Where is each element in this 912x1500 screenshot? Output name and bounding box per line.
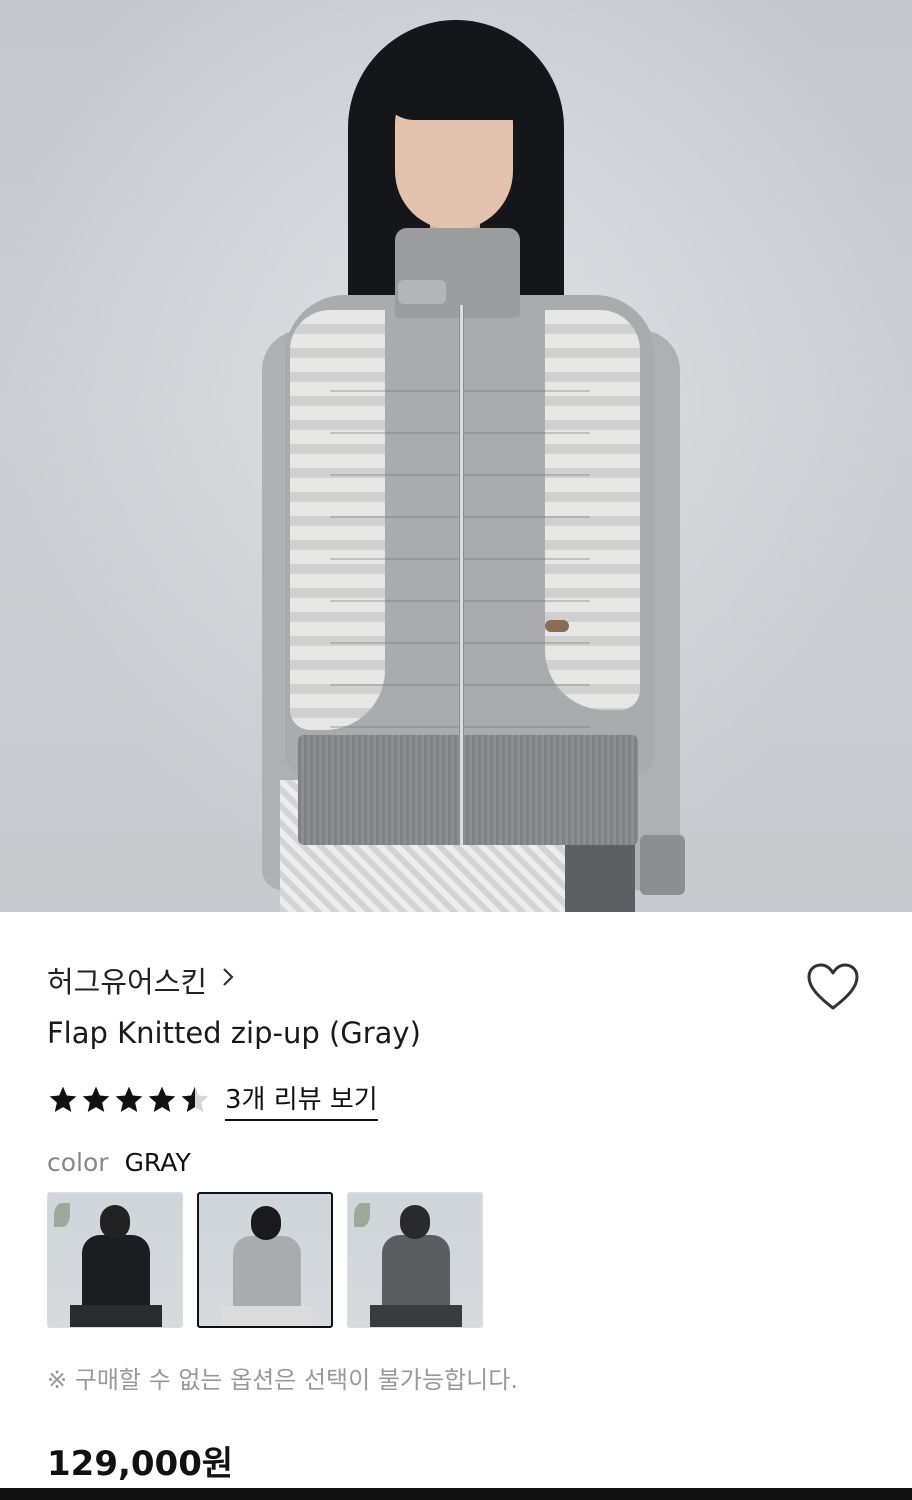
variant-model-head [251,1206,281,1240]
variant-thumb-gray[interactable] [197,1192,333,1328]
star-icon [82,1086,110,1112]
star-icon [148,1086,176,1112]
star-half-icon [181,1086,209,1112]
star-icon [115,1086,143,1112]
variant-model-legs [370,1305,462,1327]
jacket-logo-patch [545,620,569,632]
variant-thumb-black[interactable] [47,1192,183,1328]
product-price: 129,000원 [47,1444,234,1484]
color-value: GRAY [124,1148,191,1177]
variant-model-legs [70,1305,162,1327]
star-rating [47,1084,211,1116]
star-icon [49,1086,77,1112]
heart-outline-icon[interactable] [806,962,860,1012]
variant-model-legs [221,1306,313,1326]
color-variant-list [47,1192,483,1328]
product-main-image[interactable] [0,0,912,912]
variant-model-head [100,1205,130,1239]
product-detail-page: 허그유어스킨 Flap Knitted zip-up (Gray) 3개 리뷰 … [0,0,912,1500]
brand-link[interactable]: 허그유어스킨 [47,958,235,1002]
leaf-decoration [54,1203,70,1227]
jacket-ribbed-hem [298,735,638,845]
chevron-right-icon [221,966,235,994]
brand-name: 허그유어스킨 [47,965,208,999]
jacket-zipper [459,305,464,845]
bottom-bar [0,1488,912,1500]
color-label: color [47,1148,109,1177]
jacket-collar [395,228,520,318]
variant-jacket [233,1236,301,1310]
variant-thumb-charcoal[interactable] [347,1192,483,1328]
review-link[interactable]: 3개 리뷰 보기 [225,1079,378,1121]
leaf-decoration [354,1203,370,1227]
jacket-cuff [640,835,685,895]
color-option-row: color GRAY [47,1148,191,1177]
jacket-collar-flap [398,280,446,304]
variant-jacket [382,1235,450,1309]
model-bangs [380,40,530,120]
rating-row: 3개 리뷰 보기 [47,1079,378,1121]
variant-jacket [82,1235,150,1309]
option-notice: ※ 구매할 수 없는 옵션은 선택이 불가능합니다. [47,1366,518,1394]
variant-model-head [400,1205,430,1239]
product-title: Flap Knitted zip-up (Gray) [47,1016,421,1050]
